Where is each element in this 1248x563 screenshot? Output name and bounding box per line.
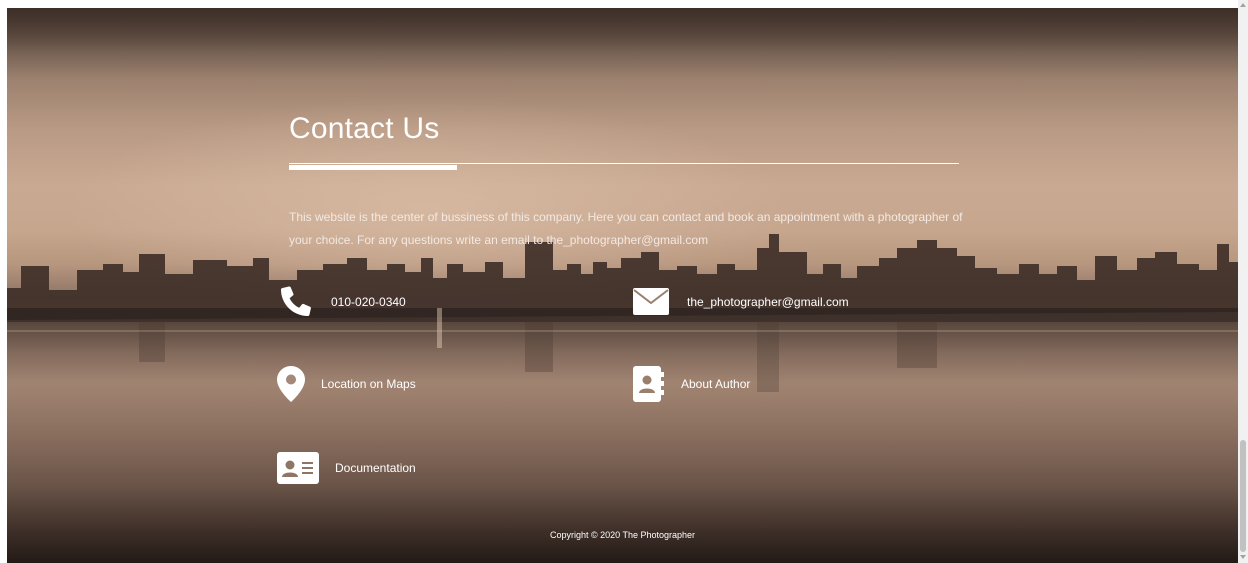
about-author-link: About Author — [681, 377, 751, 391]
title-underline — [289, 163, 959, 164]
contact-about-author[interactable]: About Author — [633, 366, 750, 402]
section-description: This website is the center of bussiness … — [289, 210, 963, 247]
map-marker-icon — [277, 366, 305, 402]
contact-phone[interactable]: 010-020-0340 — [277, 284, 406, 320]
title-underline-accent — [289, 165, 457, 170]
id-card-icon — [277, 452, 319, 484]
scrollbar-thumb[interactable] — [1240, 440, 1246, 552]
contact-documentation[interactable]: Documentation — [277, 452, 416, 484]
scroll-down-arrow-icon[interactable] — [1240, 555, 1246, 559]
email-address: the_photographer@gmail.com — [687, 294, 849, 309]
envelope-icon — [633, 288, 669, 315]
contact-content: Contact Us This website is the center of… — [7, 8, 1238, 563]
phone-icon — [277, 284, 313, 320]
documentation-link: Documentation — [335, 461, 416, 475]
contact-location[interactable]: Location on Maps — [277, 366, 416, 402]
scroll-up-arrow-icon[interactable] — [1240, 3, 1246, 7]
section-title: Contact Us — [289, 112, 440, 145]
phone-number: 010-020-0340 — [331, 295, 406, 309]
vertical-scrollbar[interactable] — [1238, 0, 1248, 563]
contact-email[interactable]: the_photographer@gmail.com — [633, 288, 849, 315]
footer-copyright: Copyright © 2020 The Photographer — [549, 530, 696, 540]
location-link: Location on Maps — [321, 377, 416, 391]
contact-section: Contact Us This website is the center of… — [7, 8, 1238, 563]
page: Contact Us This website is the center of… — [0, 0, 1248, 563]
address-book-icon — [633, 366, 665, 402]
